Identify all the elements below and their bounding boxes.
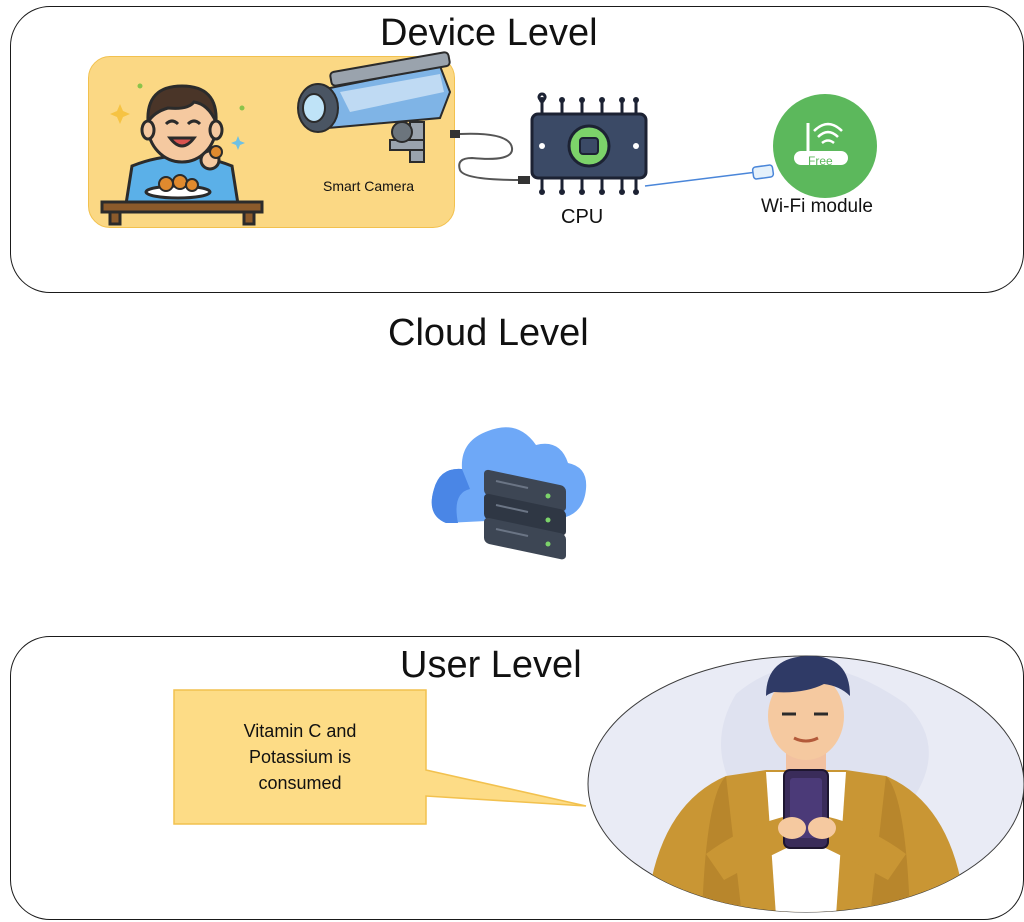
cpu-label: CPU	[561, 206, 604, 228]
cpu-wifi-connection	[644, 164, 775, 187]
cpu-chip-icon	[530, 92, 648, 195]
cloud-server-icon	[431, 427, 587, 560]
notification-line-1: Vitamin C and	[243, 721, 357, 741]
security-camera-icon	[297, 51, 452, 163]
wifi-badge-label: Free	[808, 154, 833, 168]
notification-line-3: consumed	[258, 773, 342, 793]
device-level-title: Device Level	[380, 12, 598, 54]
eating-person-icon	[100, 83, 264, 226]
notification-text: Vitamin C and Potassium is consumed	[176, 718, 424, 796]
cloud-level-title: Cloud Level	[388, 312, 589, 354]
camera-cable	[450, 130, 530, 184]
smart-camera-label: Smart Camera	[323, 178, 415, 194]
user-level-title: User Level	[400, 644, 582, 686]
wifi-module-icon	[773, 94, 877, 198]
user-with-phone-illustration	[587, 655, 1024, 913]
notification-line-2: Potassium is	[248, 747, 352, 767]
wifi-module-label: Wi-Fi module	[761, 196, 873, 217]
